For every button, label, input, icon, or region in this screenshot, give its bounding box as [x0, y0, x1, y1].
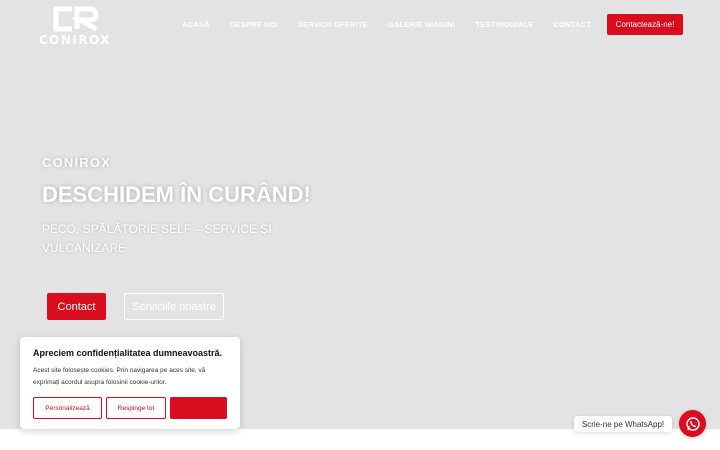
- hero-title: DESCHIDEM ÎN CURÂND!: [42, 182, 311, 207]
- nav-item-testimoniale[interactable]: TESTIMONIALE: [465, 19, 543, 33]
- whatsapp-button[interactable]: [679, 410, 706, 437]
- logo-mark-icon: [53, 6, 99, 32]
- nav-item-servicii-oferite[interactable]: SERVICII OFERITE: [288, 19, 378, 33]
- nav-item-galerie-imagini[interactable]: GALERIE IMAGINI: [378, 19, 466, 33]
- main-nav: ACASĂ DESPRE NOI SERVICII OFERITE GALERI…: [172, 19, 601, 33]
- logo-text: CONIROX: [38, 33, 112, 47]
- hero-kicker: CONIROX: [42, 155, 112, 170]
- contact-button[interactable]: Contact: [47, 293, 106, 320]
- site-logo[interactable]: CONIROX: [36, 6, 114, 47]
- hero-subtitle: PECO, SPĂLĂTORIE SELF – SERVICE ȘI VULCA…: [42, 222, 272, 255]
- whatsapp-icon: [685, 416, 700, 431]
- our-services-button[interactable]: Serviciile noastre: [124, 293, 224, 320]
- cookie-text: Acest site folosește cookies. Prin navig…: [33, 367, 206, 386]
- nav-item-despre-noi[interactable]: DESPRE NOI: [220, 19, 288, 33]
- cookie-title: Apreciem confidențialitatea dumneavoastr…: [33, 348, 223, 358]
- personalize-button[interactable]: Personalizează: [33, 397, 102, 419]
- accept-all-button[interactable]: [170, 397, 227, 419]
- whatsapp-label[interactable]: Scrie-ne pe WhatsApp!: [574, 416, 672, 432]
- nav-item-contact[interactable]: CONTACT: [544, 19, 602, 33]
- reject-all-button[interactable]: Respinge tot: [106, 397, 166, 419]
- nav-item-acasa[interactable]: ACASĂ: [172, 19, 220, 33]
- page-bottom: [0, 429, 720, 450]
- contact-us-button[interactable]: Contactează-ne!: [607, 14, 683, 35]
- cookie-banner: Apreciem confidențialitatea dumneavoastr…: [20, 337, 240, 429]
